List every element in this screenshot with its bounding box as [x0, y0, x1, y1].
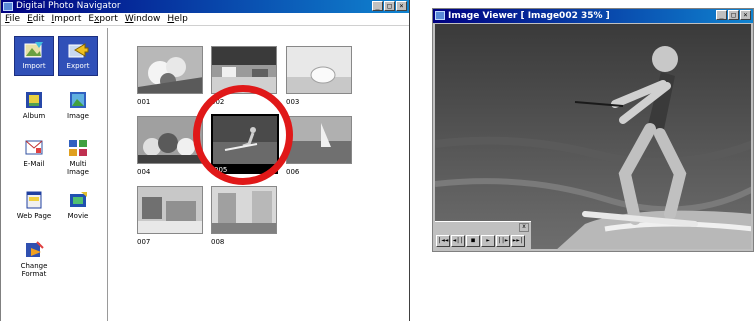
thumbnail-006[interactable] [286, 116, 352, 164]
tool-image[interactable]: Image [58, 90, 98, 120]
step-back-button[interactable]: ◄|| [451, 235, 465, 247]
image-viewer-window: Image Viewer [ Image002 35% ] _ □ × x |◄… [432, 8, 754, 252]
movie-icon [67, 190, 89, 210]
tool-movie[interactable]: Movie [58, 190, 98, 220]
tool-import-label: Import [22, 62, 46, 70]
viewer-photo [435, 24, 751, 249]
menu-window[interactable]: Window [125, 13, 161, 25]
tool-web-page-label: Web Page [16, 212, 52, 220]
email-icon [23, 138, 45, 158]
tool-export[interactable]: Export [58, 36, 98, 76]
tool-web-page[interactable]: Web Page [14, 190, 54, 220]
minimize-button[interactable]: _ [372, 1, 383, 11]
menu-file[interactable]: File [5, 13, 20, 25]
last-frame-button[interactable]: ►►| [511, 235, 525, 247]
change-format-icon [23, 240, 45, 260]
thumbnail-003[interactable] [286, 46, 352, 94]
tool-album[interactable]: Album [14, 90, 54, 120]
menu-bar: File Edit Import Export Window Help [1, 13, 409, 26]
viewer-title-bar[interactable]: Image Viewer [ Image002 35% ] _ □ × [433, 9, 753, 23]
menu-export[interactable]: Export [88, 13, 117, 25]
tool-multi-image[interactable]: Multi Image [58, 138, 98, 176]
step-forward-button[interactable]: ||► [496, 235, 510, 247]
thumbnail-label-006: 006 [286, 168, 300, 176]
album-icon [23, 90, 45, 110]
viewer-app-icon [435, 11, 445, 20]
playback-bar: x |◄◄ ◄|| ■ ► ||► ►►| [435, 221, 531, 249]
close-button[interactable]: × [396, 1, 407, 11]
thumbnail-label-001: 001 [137, 98, 151, 106]
viewer-minimize-button[interactable]: _ [716, 10, 727, 20]
tool-sidebar: Import Export Album Image E-Mail Multi I… [2, 28, 108, 321]
import-icon [23, 40, 45, 60]
playbar-close-button[interactable]: x [519, 223, 529, 232]
thumbnail-label-007: 007 [137, 238, 151, 246]
tool-export-label: Export [66, 62, 90, 70]
navigator-title-bar[interactable]: Digital Photo Navigator _ □ × [1, 0, 409, 13]
thumbnail-008[interactable] [211, 186, 277, 234]
menu-import[interactable]: Import [52, 13, 82, 25]
menu-edit[interactable]: Edit [27, 13, 44, 25]
thumbnail-label-003: 003 [286, 98, 300, 106]
selection-highlight-circle [193, 85, 293, 185]
first-frame-button[interactable]: |◄◄ [436, 235, 450, 247]
menu-help[interactable]: Help [167, 13, 188, 25]
thumbnail-001[interactable] [137, 46, 203, 94]
tool-import[interactable]: Import [14, 36, 54, 76]
tool-email[interactable]: E-Mail [14, 138, 54, 168]
app-icon [3, 2, 13, 11]
web-page-icon [23, 190, 45, 210]
tool-email-label: E-Mail [23, 160, 45, 168]
viewer-close-button[interactable]: × [740, 10, 751, 20]
multi-image-icon [67, 138, 89, 158]
play-button[interactable]: ► [481, 235, 495, 247]
navigator-title: Digital Photo Navigator [16, 1, 121, 11]
tool-movie-label: Movie [67, 212, 89, 220]
viewer-title: Image Viewer [ Image002 35% ] [448, 11, 610, 21]
tool-change-format-label: Change Format [20, 262, 48, 278]
thumbnail-label-004: 004 [137, 168, 151, 176]
thumbnail-label-008: 008 [211, 238, 225, 246]
photo-navigator-window: Digital Photo Navigator _ □ × File Edit … [0, 0, 410, 321]
viewer-maximize-button[interactable]: □ [728, 10, 739, 20]
image-icon [67, 90, 89, 110]
export-icon [67, 40, 89, 60]
tool-change-format[interactable]: Change Format [14, 240, 54, 278]
stop-button[interactable]: ■ [466, 235, 480, 247]
tool-album-label: Album [22, 112, 46, 120]
tool-image-label: Image [67, 112, 89, 120]
tool-multi-image-label: Multi Image [67, 160, 89, 176]
thumbnail-007[interactable] [137, 186, 203, 234]
maximize-button[interactable]: □ [384, 1, 395, 11]
